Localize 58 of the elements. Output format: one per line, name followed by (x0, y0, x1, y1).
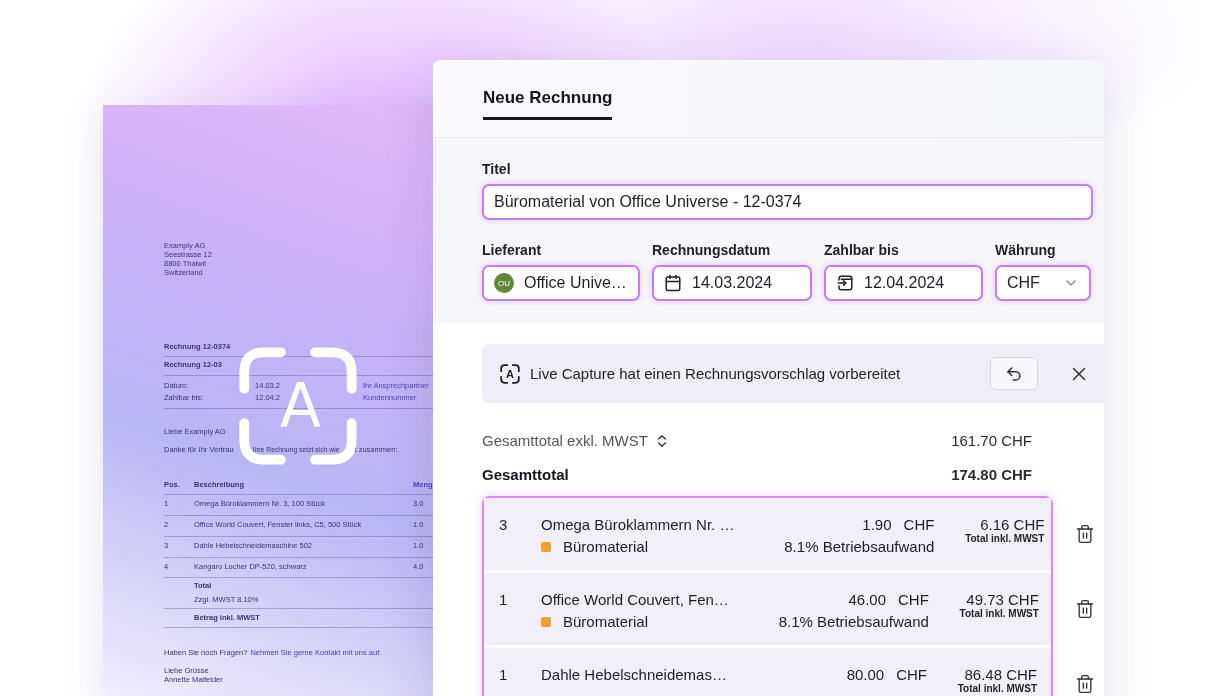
line-item[interactable]: 1 Office World Couvert, Fen… 46.00 CHF 49.73 CHF Büromaterial 8.1% Betriebsaufwand Total inkl. MWST (484, 573, 1051, 645)
item-category: Büromaterial (563, 538, 649, 555)
item-name: Omega Büroklammern Nr. … (541, 515, 735, 533)
calendar-arrow-icon (836, 274, 854, 292)
field-label: Zahlbar bis (824, 242, 900, 258)
currency-value: CHF (1007, 274, 1041, 292)
item-name: Office World Couvert, Fen… (541, 590, 729, 608)
calendar-icon (664, 274, 682, 292)
date-field[interactable]: 12.04.2024 (824, 265, 983, 301)
item-total: 86.48 CHF (964, 665, 1037, 683)
line-item[interactable]: 1 Dahle Hebelschneidemas… 80.00 CHF 86.48 CHF Total inkl. MWST (484, 648, 1051, 696)
scan-frame-icon (237, 345, 359, 467)
item-quantity: 1 (499, 665, 508, 683)
supplier-value: Office Unive… (524, 274, 628, 292)
supplier-field[interactable]: OU Office Unive… (482, 265, 640, 301)
net-total-label: Gesamttotal exkl. MWST (482, 432, 648, 449)
total-caption: Total inkl. MWST (959, 608, 1039, 619)
delete-button[interactable] (1075, 524, 1095, 544)
item-quantity: 3 (499, 515, 508, 533)
item-currency: CHF (896, 665, 927, 683)
line-item[interactable]: 3 Omega Büroklammern Nr. … 1.90 CHF 6.16 CHF Büromaterial 8.1% Betriebsaufwand Total inkl. MWST (484, 498, 1051, 570)
currency-select[interactable]: CHF (995, 265, 1091, 301)
undo-button[interactable] (990, 357, 1038, 390)
item-name: Dahle Hebelschneidemas… (541, 665, 727, 683)
item-account: 8.1% Betriebsaufwand (778, 613, 929, 630)
banner-text: Live Capture hat einen Rechnungsvorschlag vorbereitet (530, 365, 902, 382)
trash-icon (1075, 599, 1095, 619)
supplier-avatar: OU (494, 273, 514, 293)
field-label: Währung (995, 242, 1057, 258)
capture-letter: A (280, 375, 322, 435)
item-currency: CHF (903, 515, 935, 533)
date-value: 12.04.2024 (864, 274, 946, 292)
item-total: 6.16 CHF (980, 515, 1045, 533)
undo-icon (1005, 364, 1023, 383)
total-caption: Total inkl. MWST (965, 533, 1045, 544)
total-caption: Total inkl. MWST (957, 683, 1037, 694)
gross-total-value: 174.80 CHF (951, 466, 1032, 483)
form-title: Neue Rechnung (483, 88, 613, 120)
gross-total-label: Gesamttotal (482, 466, 569, 483)
delete-button[interactable] (1075, 599, 1095, 619)
title-field[interactable]: Büromaterial von Office Universe - 12-0374 (482, 184, 1093, 220)
item-quantity: 1 (499, 590, 508, 608)
net-total-value: 161.70 CHF (951, 432, 1032, 449)
item-currency: CHF (898, 590, 929, 608)
item-price: 46.00 (848, 590, 887, 608)
item-category: Büromaterial (563, 613, 649, 630)
date-field[interactable]: 14.03.2024 (652, 265, 812, 301)
field-label: Lieferant (482, 242, 543, 258)
trash-icon (1075, 674, 1095, 694)
date-value: 14.03.2024 (692, 274, 774, 292)
item-price: 80.00 (846, 665, 885, 683)
item-account: 8.1% Betriebsaufwand (784, 538, 935, 555)
trash-icon (1075, 524, 1095, 544)
delete-button[interactable] (1075, 674, 1095, 694)
field-label: Rechnungsdatum (652, 242, 772, 258)
item-price: 1.90 (862, 515, 892, 533)
item-total: 49.73 CHF (966, 590, 1039, 608)
field-label: Titel (482, 161, 512, 177)
